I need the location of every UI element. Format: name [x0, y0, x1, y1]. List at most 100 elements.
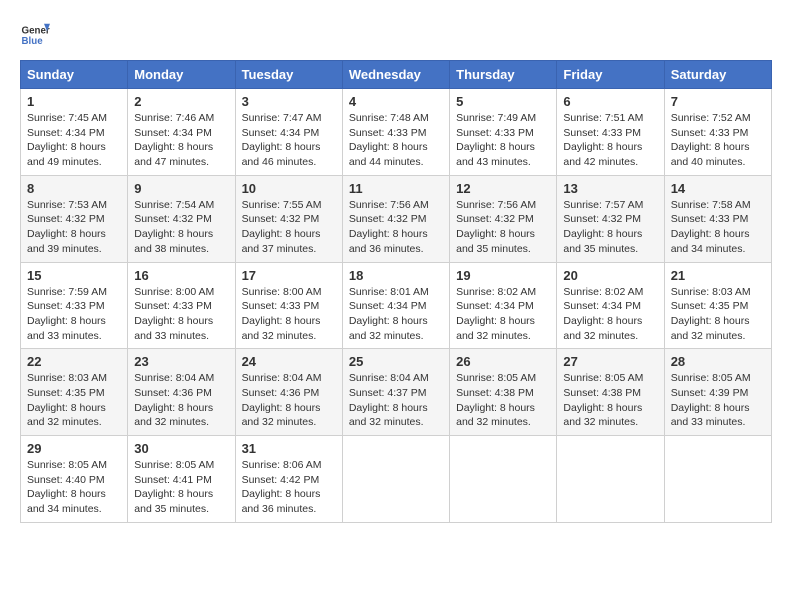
- day-info: Sunrise: 8:05 AM Sunset: 4:40 PM Dayligh…: [27, 458, 121, 517]
- day-number: 2: [134, 94, 228, 109]
- day-info: Sunrise: 8:04 AM Sunset: 4:37 PM Dayligh…: [349, 371, 443, 430]
- calendar-cell: 21 Sunrise: 8:03 AM Sunset: 4:35 PM Dayl…: [664, 262, 771, 349]
- calendar-cell: 17 Sunrise: 8:00 AM Sunset: 4:33 PM Dayl…: [235, 262, 342, 349]
- day-number: 4: [349, 94, 443, 109]
- day-info: Sunrise: 8:00 AM Sunset: 4:33 PM Dayligh…: [134, 285, 228, 344]
- day-info: Sunrise: 8:03 AM Sunset: 4:35 PM Dayligh…: [671, 285, 765, 344]
- day-number: 3: [242, 94, 336, 109]
- day-number: 26: [456, 354, 550, 369]
- calendar-cell: 29 Sunrise: 8:05 AM Sunset: 4:40 PM Dayl…: [21, 436, 128, 523]
- calendar-week-row: 29 Sunrise: 8:05 AM Sunset: 4:40 PM Dayl…: [21, 436, 772, 523]
- calendar-cell: 30 Sunrise: 8:05 AM Sunset: 4:41 PM Dayl…: [128, 436, 235, 523]
- calendar-cell: [664, 436, 771, 523]
- calendar-cell: [450, 436, 557, 523]
- day-info: Sunrise: 7:57 AM Sunset: 4:32 PM Dayligh…: [563, 198, 657, 257]
- day-info: Sunrise: 8:05 AM Sunset: 4:38 PM Dayligh…: [563, 371, 657, 430]
- day-number: 11: [349, 181, 443, 196]
- calendar-cell: 8 Sunrise: 7:53 AM Sunset: 4:32 PM Dayli…: [21, 175, 128, 262]
- day-number: 9: [134, 181, 228, 196]
- calendar-cell: 15 Sunrise: 7:59 AM Sunset: 4:33 PM Dayl…: [21, 262, 128, 349]
- calendar-header-saturday: Saturday: [664, 61, 771, 89]
- calendar-cell: 22 Sunrise: 8:03 AM Sunset: 4:35 PM Dayl…: [21, 349, 128, 436]
- day-number: 14: [671, 181, 765, 196]
- calendar-cell: 19 Sunrise: 8:02 AM Sunset: 4:34 PM Dayl…: [450, 262, 557, 349]
- day-info: Sunrise: 7:45 AM Sunset: 4:34 PM Dayligh…: [27, 111, 121, 170]
- calendar-cell: [342, 436, 449, 523]
- calendar-cell: 4 Sunrise: 7:48 AM Sunset: 4:33 PM Dayli…: [342, 89, 449, 176]
- day-info: Sunrise: 7:53 AM Sunset: 4:32 PM Dayligh…: [27, 198, 121, 257]
- day-info: Sunrise: 7:56 AM Sunset: 4:32 PM Dayligh…: [349, 198, 443, 257]
- calendar-header-wednesday: Wednesday: [342, 61, 449, 89]
- day-info: Sunrise: 7:51 AM Sunset: 4:33 PM Dayligh…: [563, 111, 657, 170]
- calendar-cell: 18 Sunrise: 8:01 AM Sunset: 4:34 PM Dayl…: [342, 262, 449, 349]
- day-number: 12: [456, 181, 550, 196]
- calendar-cell: 9 Sunrise: 7:54 AM Sunset: 4:32 PM Dayli…: [128, 175, 235, 262]
- calendar-week-row: 8 Sunrise: 7:53 AM Sunset: 4:32 PM Dayli…: [21, 175, 772, 262]
- day-number: 1: [27, 94, 121, 109]
- calendar-cell: [557, 436, 664, 523]
- calendar-cell: 1 Sunrise: 7:45 AM Sunset: 4:34 PM Dayli…: [21, 89, 128, 176]
- day-number: 6: [563, 94, 657, 109]
- calendar-cell: 26 Sunrise: 8:05 AM Sunset: 4:38 PM Dayl…: [450, 349, 557, 436]
- calendar-week-row: 15 Sunrise: 7:59 AM Sunset: 4:33 PM Dayl…: [21, 262, 772, 349]
- calendar-cell: 27 Sunrise: 8:05 AM Sunset: 4:38 PM Dayl…: [557, 349, 664, 436]
- day-number: 16: [134, 268, 228, 283]
- calendar-header-monday: Monday: [128, 61, 235, 89]
- day-number: 20: [563, 268, 657, 283]
- page-header: General Blue: [20, 20, 772, 50]
- day-number: 24: [242, 354, 336, 369]
- calendar-cell: 31 Sunrise: 8:06 AM Sunset: 4:42 PM Dayl…: [235, 436, 342, 523]
- day-info: Sunrise: 8:02 AM Sunset: 4:34 PM Dayligh…: [563, 285, 657, 344]
- day-number: 28: [671, 354, 765, 369]
- day-number: 27: [563, 354, 657, 369]
- calendar-header-thursday: Thursday: [450, 61, 557, 89]
- day-info: Sunrise: 7:47 AM Sunset: 4:34 PM Dayligh…: [242, 111, 336, 170]
- day-info: Sunrise: 8:01 AM Sunset: 4:34 PM Dayligh…: [349, 285, 443, 344]
- calendar-cell: 28 Sunrise: 8:05 AM Sunset: 4:39 PM Dayl…: [664, 349, 771, 436]
- calendar-cell: 11 Sunrise: 7:56 AM Sunset: 4:32 PM Dayl…: [342, 175, 449, 262]
- logo: General Blue: [20, 20, 50, 50]
- day-info: Sunrise: 8:06 AM Sunset: 4:42 PM Dayligh…: [242, 458, 336, 517]
- day-number: 8: [27, 181, 121, 196]
- day-number: 5: [456, 94, 550, 109]
- day-number: 29: [27, 441, 121, 456]
- calendar-cell: 16 Sunrise: 8:00 AM Sunset: 4:33 PM Dayl…: [128, 262, 235, 349]
- day-number: 17: [242, 268, 336, 283]
- day-number: 13: [563, 181, 657, 196]
- day-info: Sunrise: 7:58 AM Sunset: 4:33 PM Dayligh…: [671, 198, 765, 257]
- svg-text:Blue: Blue: [22, 36, 44, 47]
- day-info: Sunrise: 8:05 AM Sunset: 4:39 PM Dayligh…: [671, 371, 765, 430]
- calendar-cell: 13 Sunrise: 7:57 AM Sunset: 4:32 PM Dayl…: [557, 175, 664, 262]
- day-info: Sunrise: 8:04 AM Sunset: 4:36 PM Dayligh…: [242, 371, 336, 430]
- calendar-cell: 10 Sunrise: 7:55 AM Sunset: 4:32 PM Dayl…: [235, 175, 342, 262]
- calendar-cell: 20 Sunrise: 8:02 AM Sunset: 4:34 PM Dayl…: [557, 262, 664, 349]
- calendar-week-row: 1 Sunrise: 7:45 AM Sunset: 4:34 PM Dayli…: [21, 89, 772, 176]
- day-info: Sunrise: 8:00 AM Sunset: 4:33 PM Dayligh…: [242, 285, 336, 344]
- day-info: Sunrise: 7:55 AM Sunset: 4:32 PM Dayligh…: [242, 198, 336, 257]
- calendar-cell: 23 Sunrise: 8:04 AM Sunset: 4:36 PM Dayl…: [128, 349, 235, 436]
- day-info: Sunrise: 8:05 AM Sunset: 4:41 PM Dayligh…: [134, 458, 228, 517]
- calendar-cell: 12 Sunrise: 7:56 AM Sunset: 4:32 PM Dayl…: [450, 175, 557, 262]
- calendar-cell: 14 Sunrise: 7:58 AM Sunset: 4:33 PM Dayl…: [664, 175, 771, 262]
- day-info: Sunrise: 7:52 AM Sunset: 4:33 PM Dayligh…: [671, 111, 765, 170]
- calendar-week-row: 22 Sunrise: 8:03 AM Sunset: 4:35 PM Dayl…: [21, 349, 772, 436]
- day-info: Sunrise: 7:56 AM Sunset: 4:32 PM Dayligh…: [456, 198, 550, 257]
- calendar-cell: 5 Sunrise: 7:49 AM Sunset: 4:33 PM Dayli…: [450, 89, 557, 176]
- calendar-cell: 24 Sunrise: 8:04 AM Sunset: 4:36 PM Dayl…: [235, 349, 342, 436]
- day-number: 21: [671, 268, 765, 283]
- day-info: Sunrise: 7:59 AM Sunset: 4:33 PM Dayligh…: [27, 285, 121, 344]
- day-info: Sunrise: 8:02 AM Sunset: 4:34 PM Dayligh…: [456, 285, 550, 344]
- day-number: 31: [242, 441, 336, 456]
- day-info: Sunrise: 8:04 AM Sunset: 4:36 PM Dayligh…: [134, 371, 228, 430]
- day-number: 18: [349, 268, 443, 283]
- day-number: 15: [27, 268, 121, 283]
- day-info: Sunrise: 8:03 AM Sunset: 4:35 PM Dayligh…: [27, 371, 121, 430]
- day-number: 19: [456, 268, 550, 283]
- day-number: 23: [134, 354, 228, 369]
- calendar-header-friday: Friday: [557, 61, 664, 89]
- calendar-cell: 3 Sunrise: 7:47 AM Sunset: 4:34 PM Dayli…: [235, 89, 342, 176]
- day-number: 10: [242, 181, 336, 196]
- calendar-header-sunday: Sunday: [21, 61, 128, 89]
- day-info: Sunrise: 8:05 AM Sunset: 4:38 PM Dayligh…: [456, 371, 550, 430]
- calendar-cell: 6 Sunrise: 7:51 AM Sunset: 4:33 PM Dayli…: [557, 89, 664, 176]
